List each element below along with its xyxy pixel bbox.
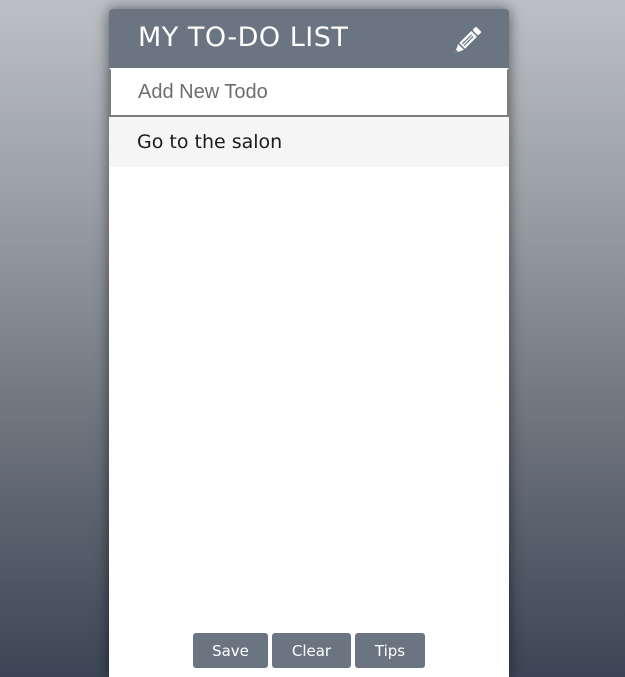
pencil-icon[interactable] (449, 25, 483, 59)
save-button[interactable]: Save (193, 633, 268, 668)
todo-app: MY TO-DO LIST Go to the salon Save Clear… (109, 9, 509, 677)
app-header: MY TO-DO LIST (109, 9, 509, 68)
page-title: MY TO-DO LIST (138, 22, 349, 53)
add-todo-input[interactable] (109, 68, 509, 117)
todo-list: Go to the salon (109, 117, 509, 167)
todo-item[interactable]: Go to the salon (109, 117, 509, 167)
tips-button[interactable]: Tips (355, 633, 425, 668)
clear-button[interactable]: Clear (272, 633, 351, 668)
footer-actions: Save Clear Tips (109, 633, 509, 668)
